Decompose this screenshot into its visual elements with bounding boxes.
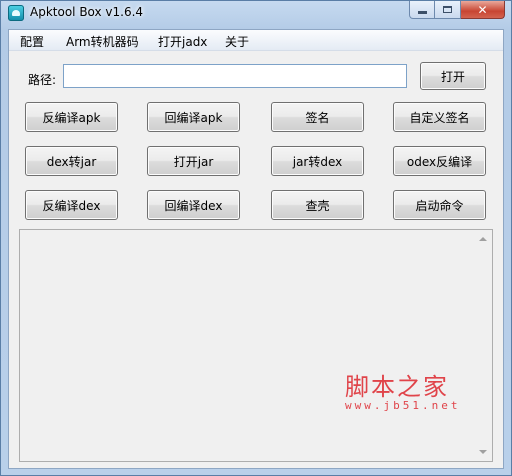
- vertical-scrollbar[interactable]: [475, 230, 492, 461]
- menu-bar: 配置 Arm转机器码 打开jadx 关于: [9, 30, 503, 51]
- open-jar-button[interactable]: 打开jar: [147, 146, 240, 176]
- sign-button[interactable]: 签名: [271, 102, 364, 132]
- caption-buttons: ✕: [409, 1, 505, 20]
- app-icon: [8, 5, 24, 21]
- minimize-icon: [417, 11, 427, 14]
- watermark-text: 脚本之家: [345, 373, 449, 401]
- output-log[interactable]: [19, 229, 493, 462]
- recompile-apk-button[interactable]: 回编译apk: [147, 102, 240, 132]
- scroll-up-icon[interactable]: [479, 237, 487, 241]
- odex-decompile-button[interactable]: odex反编译: [393, 146, 486, 176]
- maximize-icon: [443, 6, 452, 13]
- check-shell-button[interactable]: 查壳: [271, 190, 364, 220]
- launch-command-button[interactable]: 启动命令: [393, 190, 486, 220]
- dex-to-jar-button[interactable]: dex转jar: [25, 146, 118, 176]
- watermark-url: www.jb51.net: [345, 399, 461, 412]
- minimize-button[interactable]: [409, 1, 435, 19]
- recompile-dex-button[interactable]: 回编译dex: [147, 190, 240, 220]
- menu-about[interactable]: 关于: [225, 33, 249, 50]
- path-input[interactable]: [63, 64, 407, 88]
- window-title: Apktool Box v1.6.4: [30, 5, 144, 19]
- close-button[interactable]: ✕: [461, 1, 505, 19]
- decompile-dex-button[interactable]: 反编译dex: [25, 190, 118, 220]
- scroll-down-icon[interactable]: [479, 450, 487, 454]
- menu-open-jadx[interactable]: 打开jadx: [158, 33, 207, 50]
- decompile-apk-button[interactable]: 反编译apk: [25, 102, 118, 132]
- title-bar[interactable]: Apktool Box v1.6.4 ✕: [1, 1, 511, 27]
- menu-arm-to-machine-code[interactable]: Arm转机器码: [66, 33, 139, 50]
- app-window: Apktool Box v1.6.4 ✕ 配置 Arm转机器码 打开jadx 关…: [0, 0, 512, 476]
- close-icon: ✕: [477, 2, 488, 17]
- open-button[interactable]: 打开: [420, 62, 486, 90]
- jar-to-dex-button[interactable]: jar转dex: [271, 146, 364, 176]
- path-label: 路径:: [28, 73, 57, 87]
- custom-sign-button[interactable]: 自定义签名: [393, 102, 486, 132]
- maximize-button[interactable]: [435, 1, 461, 19]
- menu-config[interactable]: 配置: [20, 33, 44, 50]
